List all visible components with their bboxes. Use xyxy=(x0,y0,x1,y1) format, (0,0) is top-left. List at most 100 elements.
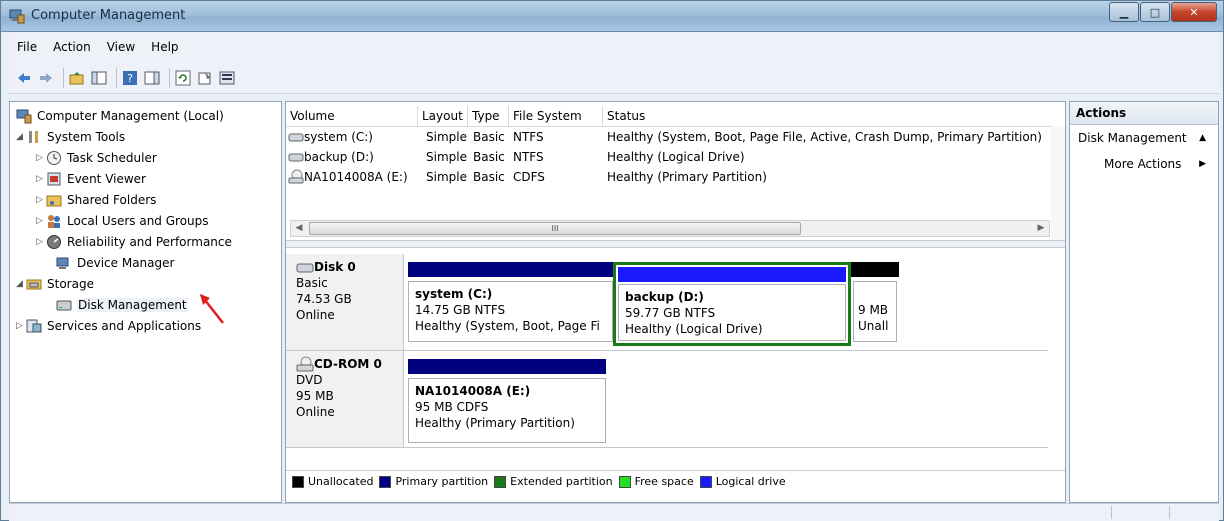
volume-row[interactable]: backup (D:) Simple Basic NTFS Healthy (L… xyxy=(286,147,1050,167)
collapse-up-icon[interactable]: ▲ xyxy=(1199,125,1206,151)
partition-status: Unall xyxy=(858,319,889,333)
back-button[interactable] xyxy=(15,69,33,87)
menu-view[interactable]: View xyxy=(99,40,143,54)
partition-backup-d[interactable]: backup (D:) 59.77 GB NTFS Healthy (Logic… xyxy=(613,262,851,346)
volume-type: Basic xyxy=(473,130,505,144)
tree-item-reliability[interactable]: ▷ Reliability and Performance xyxy=(36,232,232,252)
scroll-right-arrow-icon[interactable]: ▶ xyxy=(1033,221,1049,236)
volume-list-vertical-scrollbar[interactable] xyxy=(1051,126,1065,240)
collapsed-arrow-icon[interactable]: ▷ xyxy=(36,216,46,226)
menu-help[interactable]: Help xyxy=(143,40,186,54)
close-button[interactable]: ✕ xyxy=(1171,2,1217,22)
collapsed-arrow-icon[interactable]: ▷ xyxy=(36,237,46,247)
expanded-arrow-icon[interactable]: ◢ xyxy=(16,279,26,289)
up-one-level-button[interactable] xyxy=(68,69,86,87)
partition-details: backup (D:) 59.77 GB NTFS Healthy (Logic… xyxy=(618,284,846,341)
tree-item-local-users[interactable]: ▷ Local Users and Groups xyxy=(36,211,209,231)
volume-name: backup (D:) xyxy=(304,150,374,164)
cdrom-0-info[interactable]: CD-ROM 0 DVD 95 MB Online xyxy=(286,351,404,447)
volume-row[interactable]: NA1014008A (E:) Simple Basic CDFS Health… xyxy=(286,167,1050,187)
legend-label: Logical drive xyxy=(715,475,786,488)
maximize-button[interactable]: □ xyxy=(1140,2,1170,22)
volume-row[interactable]: system (C:) Simple Basic NTFS Healthy (S… xyxy=(286,127,1050,147)
properties-button[interactable] xyxy=(196,69,214,87)
collapsed-arrow-icon[interactable]: ▷ xyxy=(36,174,46,184)
partition-name: NA1014008A (E:) xyxy=(415,384,531,398)
partition-status: Healthy (Logical Drive) xyxy=(625,322,763,336)
title-bar[interactable]: Computer Management ▁ □ ✕ xyxy=(1,1,1223,32)
collapsed-arrow-icon[interactable]: ▷ xyxy=(36,195,46,205)
scroll-thumb[interactable]: III xyxy=(309,222,801,235)
tree-item-disk-management[interactable]: Disk Management xyxy=(56,295,188,315)
partition-na1014008a-e[interactable]: NA1014008A (E:) 95 MB CDFS Healthy (Prim… xyxy=(408,359,606,443)
tree-item-task-scheduler[interactable]: ▷ Task Scheduler xyxy=(36,148,157,168)
tree-item-storage[interactable]: ◢ Storage xyxy=(16,274,94,294)
column-header-file-system[interactable]: File System xyxy=(509,106,603,126)
logical-drive-bar xyxy=(618,267,846,282)
refresh-icon xyxy=(175,70,191,85)
minimize-icon: ▁ xyxy=(1119,5,1129,19)
partition-legend: Unallocated Primary partition Extended p… xyxy=(286,470,1065,492)
tree-item-root[interactable]: Computer Management (Local) xyxy=(16,106,224,126)
minimize-button[interactable]: ▁ xyxy=(1109,2,1139,22)
collapsed-arrow-icon[interactable]: ▷ xyxy=(16,321,26,331)
tree-item-shared-folders[interactable]: ▷ Shared Folders xyxy=(36,190,156,210)
disk-0-info[interactable]: Disk 0 Basic 74.53 GB Online xyxy=(286,254,404,350)
column-header-status[interactable]: Status xyxy=(603,106,1065,126)
status-divider xyxy=(1169,506,1170,519)
menu-bar: File Action View Help xyxy=(9,32,1219,62)
partition-size: 59.77 GB NTFS xyxy=(625,306,716,320)
menu-action[interactable]: Action xyxy=(45,40,99,54)
pane-splitter[interactable] xyxy=(286,240,1065,248)
services-icon xyxy=(26,319,42,333)
expanded-arrow-icon[interactable]: ◢ xyxy=(16,132,26,142)
disk-state: Online xyxy=(296,308,335,322)
legend-label: Extended partition xyxy=(510,475,613,488)
legend-label: Primary partition xyxy=(395,475,489,488)
more-actions-item[interactable]: More Actions ▶ xyxy=(1070,151,1218,177)
rescan-disks-button[interactable] xyxy=(218,69,236,87)
collapsed-arrow-icon[interactable]: ▷ xyxy=(36,153,46,163)
red-pointer-arrow-icon xyxy=(200,294,224,324)
drive-icon xyxy=(288,153,304,162)
cdrom-0-row: CD-ROM 0 DVD 95 MB Online NA1014008A (E:… xyxy=(286,351,1048,448)
forward-arrow-icon xyxy=(40,72,52,83)
legend-logical: Logical drive xyxy=(699,475,786,488)
tree-item-label: Storage xyxy=(47,277,94,291)
cd-drive-icon xyxy=(288,169,304,184)
tree-item-label: Event Viewer xyxy=(67,172,146,186)
legend-extended: Extended partition xyxy=(494,475,613,488)
show-hide-action-pane-button[interactable] xyxy=(143,69,161,87)
tree-item-services-and-applications[interactable]: ▷ Services and Applications xyxy=(16,316,201,336)
column-header-layout[interactable]: Layout xyxy=(418,106,468,126)
volume-list-horizontal-scrollbar[interactable]: ◀ III ▶ xyxy=(290,220,1050,237)
tree-item-event-viewer[interactable]: ▷ Event Viewer xyxy=(36,169,146,189)
shared-folder-icon xyxy=(46,195,62,207)
partition-system-c[interactable]: system (C:) 14.75 GB NTFS Healthy (Syste… xyxy=(408,262,613,346)
computer-management-window: Computer Management ▁ □ ✕ File Action Vi… xyxy=(0,0,1224,521)
maximize-icon: □ xyxy=(1149,5,1161,19)
swatch xyxy=(494,475,507,488)
scroll-left-arrow-icon[interactable]: ◀ xyxy=(291,221,307,236)
disk-management-pane: Volume Layout Type File System Status sy… xyxy=(285,101,1066,503)
computer-management-icon xyxy=(16,109,32,124)
show-hide-console-tree-button[interactable] xyxy=(90,69,108,87)
column-header-type[interactable]: Type xyxy=(468,106,509,126)
tree-item-label: Device Manager xyxy=(77,256,175,270)
actions-section-disk-management[interactable]: Disk Management ▲ xyxy=(1070,125,1218,151)
tree-item-system-tools[interactable]: ◢ System Tools xyxy=(16,127,125,147)
refresh-button[interactable] xyxy=(174,69,192,87)
close-icon: ✕ xyxy=(1189,5,1199,19)
menu-file[interactable]: File xyxy=(9,40,45,54)
forward-button[interactable] xyxy=(37,69,55,87)
clock-icon xyxy=(47,151,61,165)
disk-0-row: Disk 0 Basic 74.53 GB Online system (C:)… xyxy=(286,254,1048,351)
partition-status: Healthy (Primary Partition) xyxy=(415,416,575,430)
back-arrow-icon xyxy=(18,72,30,83)
partition-unallocated[interactable]: 9 MB Unall xyxy=(851,262,899,346)
help-button[interactable]: ? xyxy=(121,69,139,87)
status-divider xyxy=(1111,506,1112,519)
column-header-volume[interactable]: Volume xyxy=(286,106,418,126)
tree-item-device-manager[interactable]: Device Manager xyxy=(56,253,174,273)
computer-management-icon xyxy=(9,9,25,24)
